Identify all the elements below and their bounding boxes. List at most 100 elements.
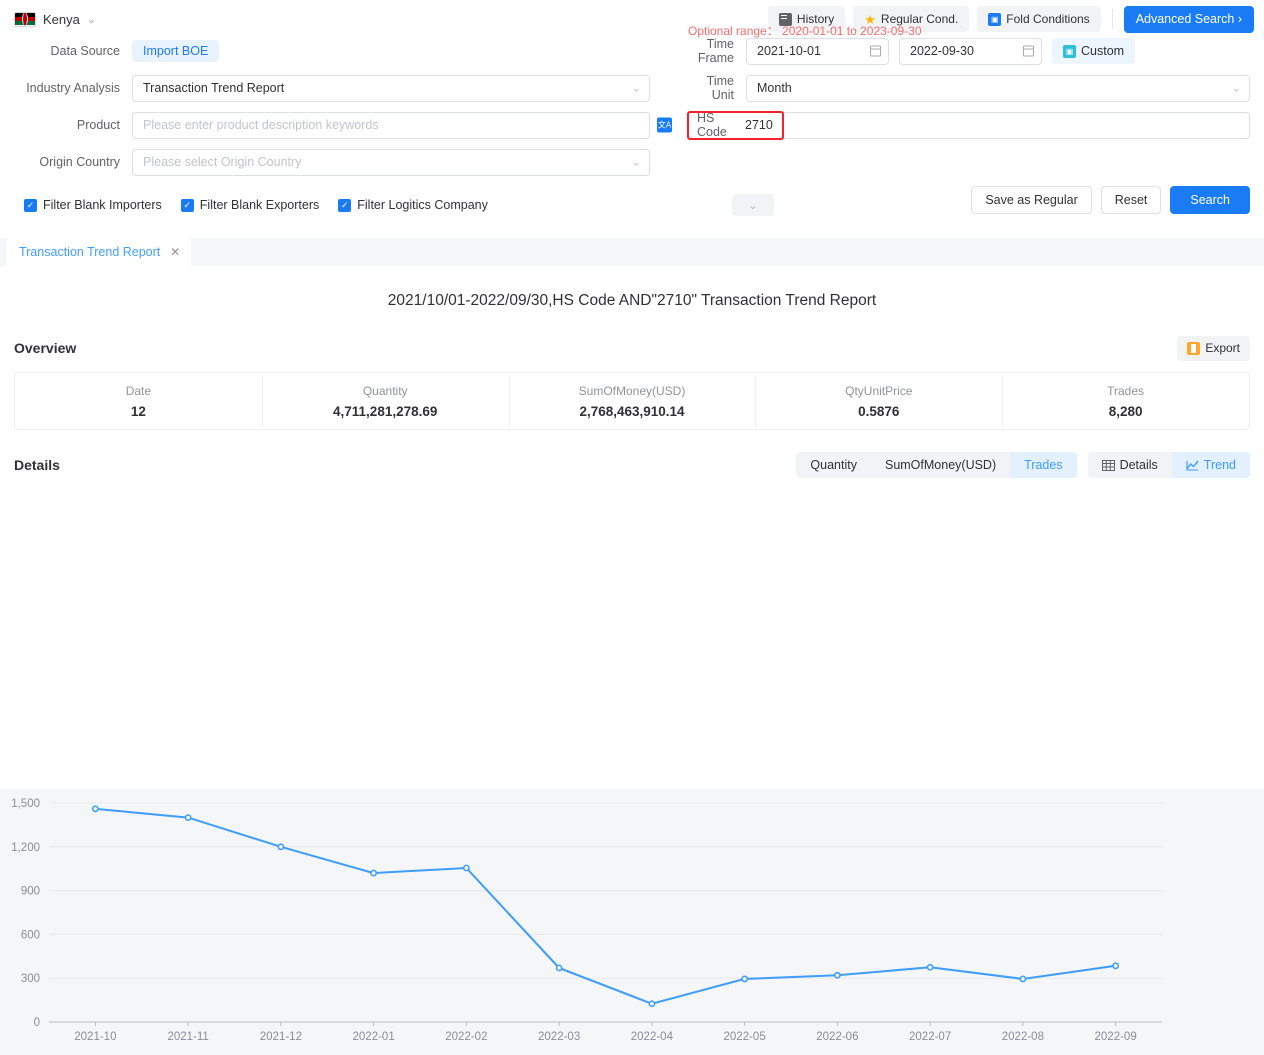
product-input[interactable] xyxy=(132,111,650,139)
overview-metric-quantity: Quantity 4,711,281,278.69 xyxy=(261,375,509,427)
date-to-input[interactable] xyxy=(899,37,1042,65)
custom-label: Custom xyxy=(1081,44,1125,58)
advanced-search-button[interactable]: Advanced Search › xyxy=(1123,5,1254,33)
svg-text:600: 600 xyxy=(21,929,40,941)
metric-key: QtyUnitPrice xyxy=(845,383,913,398)
optional-range-note: Optional range： 2020-01-01 to 2023-09-30 xyxy=(688,24,922,38)
row-origin-country: Origin Country ⌄ xyxy=(14,148,650,176)
tab-trades[interactable]: Trades xyxy=(1010,452,1077,478)
expand-filters-button[interactable]: ⌄ xyxy=(731,194,774,216)
kenya-flag-icon xyxy=(14,11,36,27)
trend-chart[interactable]: 0 300 600 900 1,200 1,500 2021-10 2021-11 2021-1… xyxy=(0,760,1264,1055)
calendar-icon xyxy=(1023,45,1034,57)
metric-value: 8,280 xyxy=(1108,403,1143,419)
import-boe-chip[interactable]: Import BOE xyxy=(132,40,220,62)
metric-key: Trades xyxy=(1107,383,1145,398)
industry-analysis-select[interactable] xyxy=(132,74,650,102)
product-label: Product xyxy=(76,118,120,132)
custom-icon: ▣ xyxy=(1063,44,1076,58)
time-frame-field: ▣ Custom xyxy=(746,37,1250,65)
origin-country-label: Origin Country xyxy=(39,155,120,169)
details-header: Details Quantity SumOfMoney(USD) Trades … xyxy=(0,452,1264,478)
date-from-input[interactable] xyxy=(746,37,889,65)
time-frame-label: Time Frame xyxy=(697,37,734,65)
row-product: Product 文A xyxy=(14,111,672,139)
svg-text:2022-09: 2022-09 xyxy=(1095,1031,1137,1043)
tab-strip: Transaction Trend Report ✕ xyxy=(0,238,1264,266)
svg-text:2022-07: 2022-07 xyxy=(909,1031,951,1043)
page-title: 2021/10/01-2022/09/30,HS Code AND"2710" … xyxy=(387,292,877,309)
export-icon xyxy=(1187,341,1201,355)
reset-button[interactable]: Reset xyxy=(1100,186,1162,214)
hs-code-field: HS Code xyxy=(687,110,1250,140)
country-selector[interactable]: Kenya ⌄ xyxy=(14,11,97,27)
save-as-regular-button[interactable]: Save as Regular xyxy=(971,186,1092,214)
toolbar-divider xyxy=(1111,9,1113,29)
svg-text:2022-02: 2022-02 xyxy=(445,1031,487,1043)
checkbox-filter-blank-exporters[interactable]: ✓ Filter Blank Exporters xyxy=(180,198,320,212)
tab-quantity[interactable]: Quantity xyxy=(796,452,871,478)
overview-header: Overview Export xyxy=(0,335,1264,361)
svg-text:1,500: 1,500 xyxy=(11,798,40,810)
tab-sumofmoney[interactable]: SumOfMoney(USD) xyxy=(871,452,1010,478)
svg-text:2021-11: 2021-11 xyxy=(167,1031,208,1043)
check-icon: ✓ xyxy=(338,198,352,212)
metric-value: 4,711,281,278.69 xyxy=(333,403,438,419)
overview-metric-sumofmoney: SumOfMoney(USD) 2,768,463,910.14 xyxy=(508,375,756,427)
search-panel: Kenya ⌄ History ★ Regular Cond. ▣ Fold C… xyxy=(0,0,1264,238)
view-tab-group: Details Trend xyxy=(1087,452,1250,478)
metric-key: Date xyxy=(125,383,152,398)
row-data-source: Data Source Import BOE xyxy=(14,38,650,64)
svg-text:2021-10: 2021-10 xyxy=(74,1031,116,1043)
svg-text:2022-06: 2022-06 xyxy=(816,1031,858,1043)
overview-card: Date 12 Quantity 4,711,281,278.69 SumOfM… xyxy=(14,372,1250,430)
svg-text:2022-04: 2022-04 xyxy=(631,1031,674,1043)
table-icon xyxy=(1101,459,1115,471)
row-time-unit: Time Unit ⌄ xyxy=(688,74,1250,102)
row-industry-analysis: Industry Analysis ⌄ xyxy=(14,74,650,102)
overview-metric-trades: Trades 8,280 xyxy=(1002,375,1249,427)
checkbox-label: Filter Logitics Company xyxy=(357,198,488,212)
top-toolbar: Kenya ⌄ History ★ Regular Cond. ▣ Fold C… xyxy=(0,0,1264,38)
checkbox-filter-logistics-company[interactable]: ✓ Filter Logitics Company xyxy=(338,198,488,212)
custom-range-button[interactable]: ▣ Custom xyxy=(1052,38,1136,64)
trend-chart-svg: 0 300 600 900 1,200 1,500 2021-10 2021-11 2021-1… xyxy=(11,798,1162,1043)
search-button[interactable]: Search xyxy=(1170,186,1250,214)
data-source-label: Data Source xyxy=(50,44,120,58)
form-right-column: Optional range： 2020-01-01 to 2023-09-30… xyxy=(650,24,1250,186)
check-icon: ✓ xyxy=(24,198,37,212)
close-icon[interactable]: ✕ xyxy=(170,245,180,259)
fold-conditions-button[interactable]: ▣ Fold Conditions xyxy=(977,6,1101,32)
svg-text:2022-08: 2022-08 xyxy=(1002,1031,1044,1043)
overview-title: Overview xyxy=(14,340,77,356)
fold-icon: ▣ xyxy=(988,12,1002,26)
svg-text:300: 300 xyxy=(21,973,40,985)
svg-text:0: 0 xyxy=(34,1017,40,1029)
overview-metric-date: Date 12 xyxy=(15,384,262,419)
time-unit-field: ⌄ xyxy=(746,74,1250,102)
calendar-icon xyxy=(870,45,881,57)
time-unit-select[interactable] xyxy=(746,74,1250,102)
chevron-down-icon: ⌄ xyxy=(86,13,97,26)
check-icon: ✓ xyxy=(180,198,194,212)
checkbox-filter-blank-importers[interactable]: ✓ Filter Blank Importers xyxy=(24,198,162,212)
details-title: Details xyxy=(14,457,60,473)
fold-conditions-label: Fold Conditions xyxy=(1006,12,1090,26)
export-button[interactable]: Export xyxy=(1177,335,1250,361)
filters-row: ✓ Filter Blank Importers ✓ Filter Blank … xyxy=(0,186,1264,216)
export-label: Export xyxy=(1205,341,1240,355)
checkbox-label: Filter Blank Exporters xyxy=(199,198,320,212)
origin-country-field: ⌄ xyxy=(132,148,650,176)
hs-code-input[interactable] xyxy=(741,117,1249,133)
industry-analysis-label: Industry Analysis xyxy=(26,81,120,95)
form-left-column: Data Source Import BOE Industry Analysis… xyxy=(14,38,672,186)
metric-value: 0.5876 xyxy=(858,403,900,419)
origin-country-select[interactable] xyxy=(132,148,650,176)
tab-trend-view[interactable]: Trend xyxy=(1171,452,1250,478)
row-hs-code: HS Code xyxy=(687,110,1250,140)
metric-key: SumOfMoney(USD) xyxy=(578,383,686,398)
tab-details-view[interactable]: Details xyxy=(1088,452,1172,478)
checkbox-label: Filter Blank Importers xyxy=(43,198,162,212)
tab-transaction-trend-report[interactable]: Transaction Trend Report ✕ xyxy=(6,238,192,266)
row-time-frame: Time Frame ▣ Custom xyxy=(688,37,1250,65)
